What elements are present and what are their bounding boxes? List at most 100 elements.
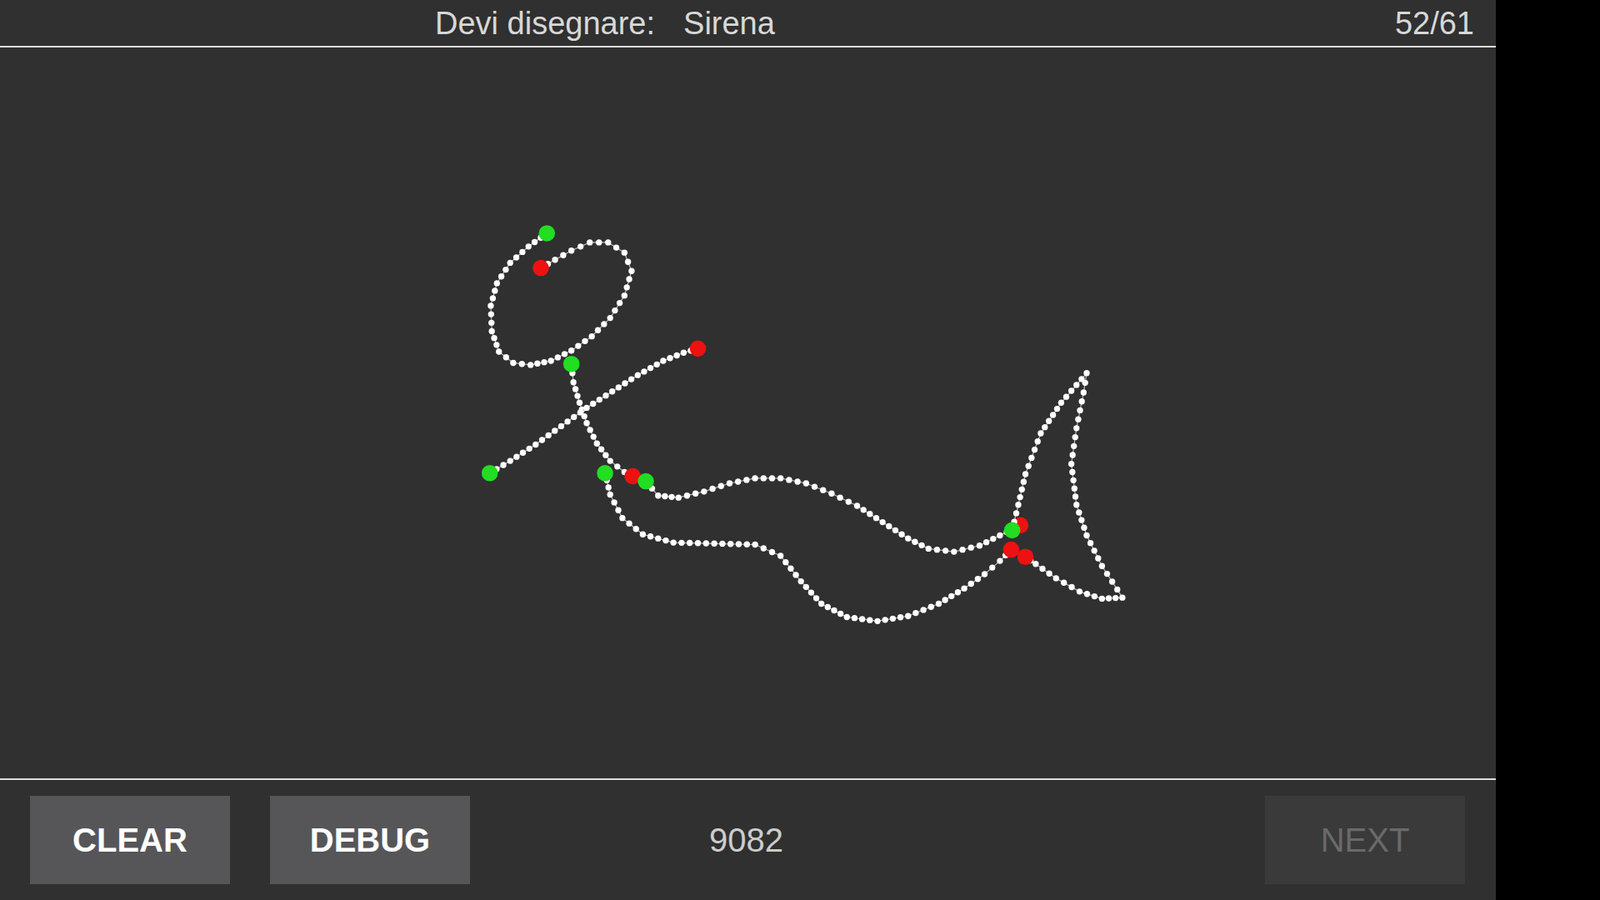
stroke-dot — [1070, 477, 1076, 484]
stroke-dot — [735, 478, 741, 485]
stroke-dot — [595, 327, 601, 334]
stroke-dot — [989, 564, 995, 570]
stroke-dot — [680, 350, 687, 356]
stroke-dot — [1013, 510, 1020, 516]
stroke-dot — [655, 492, 661, 499]
stroke-dot — [1112, 595, 1119, 601]
stroke-dot — [1099, 563, 1105, 570]
stroke-dot — [500, 461, 506, 468]
stroke-end-dot — [690, 340, 707, 358]
stroke-dot — [534, 360, 540, 367]
stroke-dot — [983, 539, 990, 545]
stroke-dot — [928, 604, 935, 610]
action-button[interactable]: DEBUG — [270, 795, 470, 885]
stroke-dot — [655, 535, 661, 541]
stroke-dot — [1076, 407, 1083, 414]
stroke-dot — [1080, 525, 1087, 531]
stroke-dot — [1050, 411, 1056, 418]
stroke-dot — [874, 618, 880, 625]
stroke-dot — [710, 540, 717, 547]
stroke-dot — [513, 254, 520, 260]
stroke-dot — [976, 542, 983, 549]
stroke-dot — [1019, 486, 1025, 493]
stroke-dot — [555, 354, 561, 360]
stroke-dot — [624, 284, 630, 290]
stroke-dot — [602, 451, 609, 458]
stroke-dot — [1072, 434, 1079, 440]
stroke-dot — [488, 328, 495, 335]
stroke-dot — [668, 494, 675, 500]
stroke-dot — [570, 379, 576, 385]
stroke-dot — [769, 475, 775, 481]
stroke-dot — [660, 357, 666, 364]
stroke-dot — [615, 384, 622, 390]
stroke-dot — [647, 365, 654, 371]
stroke-dot — [487, 302, 494, 309]
stroke-dot — [975, 575, 981, 582]
stroke-dot — [719, 540, 725, 547]
counter: 52/61 — [1395, 7, 1475, 40]
stroke-dot — [568, 347, 575, 354]
stroke-dot — [1075, 415, 1081, 422]
stroke-dot — [531, 239, 538, 245]
stroke-end-dot — [1003, 541, 1020, 559]
stroke-dot — [654, 361, 660, 368]
stroke-dot — [635, 372, 641, 379]
stroke-dot — [830, 607, 837, 614]
stroke-dot — [760, 545, 767, 551]
stroke-dot — [837, 610, 844, 617]
stroke-dot — [551, 427, 558, 434]
stroke-dot — [905, 613, 911, 620]
stroke-dot — [912, 610, 919, 616]
stroke-dot — [882, 616, 889, 623]
stroke-dot — [879, 519, 885, 525]
score: 9082 — [709, 815, 784, 865]
stroke-dot — [609, 388, 615, 395]
stroke-dot — [594, 440, 600, 447]
stroke-dot — [1109, 578, 1115, 585]
drawing-canvas[interactable] — [0, 47, 1496, 779]
stroke-dot — [897, 614, 904, 620]
stroke-dot — [625, 275, 632, 282]
stroke-start-dot — [1004, 522, 1021, 540]
stroke-dot — [785, 476, 792, 483]
stroke-dot — [968, 580, 975, 587]
stroke-dot — [1069, 469, 1075, 475]
stroke-start-dot — [563, 355, 580, 373]
stroke-dot — [602, 392, 609, 399]
stroke-dot — [661, 493, 668, 500]
stroke — [563, 355, 641, 485]
stroke-dot — [586, 426, 593, 433]
stroke-dot — [873, 515, 880, 521]
stroke-dot — [590, 433, 597, 440]
stroke-dot — [1072, 493, 1079, 500]
stroke-dot — [760, 475, 767, 481]
stroke-end-dot — [1017, 548, 1035, 565]
stroke-dot — [1105, 595, 1112, 601]
stroke-dot — [1119, 595, 1125, 601]
stroke-dot — [818, 600, 825, 607]
stroke-dot — [996, 557, 1003, 564]
stroke-dot — [1075, 509, 1082, 515]
stroke-dot — [561, 350, 568, 357]
stroke — [487, 225, 635, 368]
stroke-start-dot — [538, 225, 555, 242]
stroke-dot — [935, 600, 942, 607]
next-button[interactable]: NEXT — [1265, 795, 1465, 885]
action-button[interactable]: CLEAR — [30, 795, 230, 885]
stroke-dot — [621, 250, 628, 256]
stroke-dot — [540, 359, 547, 365]
stroke-dot — [942, 547, 949, 554]
stroke-dot — [918, 542, 925, 549]
stroke-dot — [596, 396, 603, 403]
prompt-label: Devi disegnare: — [435, 7, 655, 40]
stroke-dot — [1071, 485, 1078, 491]
stroke-dot — [941, 596, 948, 603]
stroke-start-dot — [596, 465, 614, 482]
stroke-dot — [1039, 565, 1045, 572]
stroke-dot — [607, 457, 614, 464]
drawing[interactable] — [0, 47, 1496, 779]
stroke-dot — [782, 559, 789, 565]
stroke-dot — [1068, 387, 1075, 394]
stroke-dot — [605, 239, 611, 245]
